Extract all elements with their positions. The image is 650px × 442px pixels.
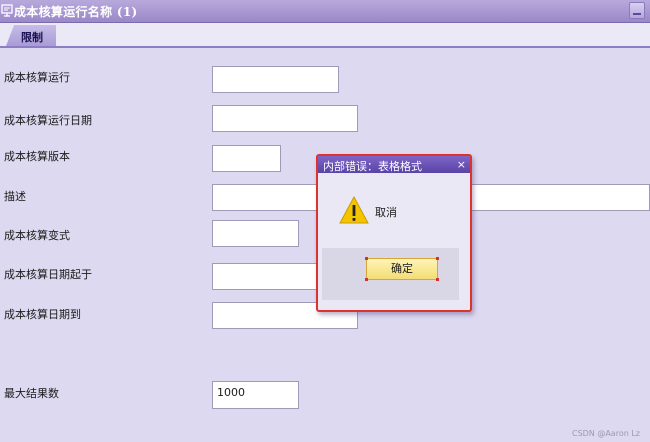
- dialog-footer: 确定: [322, 248, 459, 300]
- costing-date-to-label: 成本核算日期到: [4, 308, 81, 321]
- selection-handle: [436, 257, 439, 260]
- selection-handle: [365, 278, 368, 281]
- description-label: 描述: [4, 190, 26, 203]
- minimize-icon: [633, 13, 641, 15]
- error-dialog: 内部错误：表格格式 × 取消 确定: [316, 154, 472, 312]
- costing-date-from-label: 成本核算日期起于: [4, 268, 92, 281]
- screen-icon: [1, 4, 13, 17]
- window-title: 成本核算运行名称 (1): [14, 5, 138, 19]
- costing-run-date-label: 成本核算运行日期: [4, 114, 92, 127]
- close-icon[interactable]: ×: [457, 158, 466, 171]
- ok-button-label: 确定: [391, 262, 413, 275]
- costing-variant-input[interactable]: [212, 220, 299, 247]
- costing-version-label: 成本核算版本: [4, 150, 70, 163]
- costing-variant-label: 成本核算变式: [4, 229, 70, 242]
- dialog-title: 内部错误：表格格式: [323, 160, 422, 173]
- minimize-button[interactable]: [629, 2, 645, 19]
- selection-handle: [436, 278, 439, 281]
- dialog-titlebar: 内部错误：表格格式 ×: [318, 156, 470, 173]
- costing-run-input[interactable]: [212, 66, 339, 93]
- max-results-input[interactable]: 1000: [212, 381, 299, 409]
- ok-button[interactable]: 确定: [365, 257, 439, 281]
- window-titlebar: 成本核算运行名称 (1): [0, 0, 650, 23]
- warning-icon: [339, 196, 369, 224]
- costing-version-input[interactable]: [212, 145, 281, 172]
- tab-restrictions[interactable]: 限制: [6, 25, 56, 46]
- max-results-label: 最大结果数: [4, 387, 59, 400]
- tab-restrictions-label: 限制: [21, 31, 43, 44]
- costing-run-label: 成本核算运行: [4, 71, 70, 84]
- watermark: CSDN @Aaron Lz: [571, 429, 640, 438]
- tab-bar: 限制: [0, 23, 650, 48]
- costing-run-date-input[interactable]: [212, 105, 358, 132]
- selection-handle: [365, 257, 368, 260]
- dialog-message: 取消: [375, 206, 397, 219]
